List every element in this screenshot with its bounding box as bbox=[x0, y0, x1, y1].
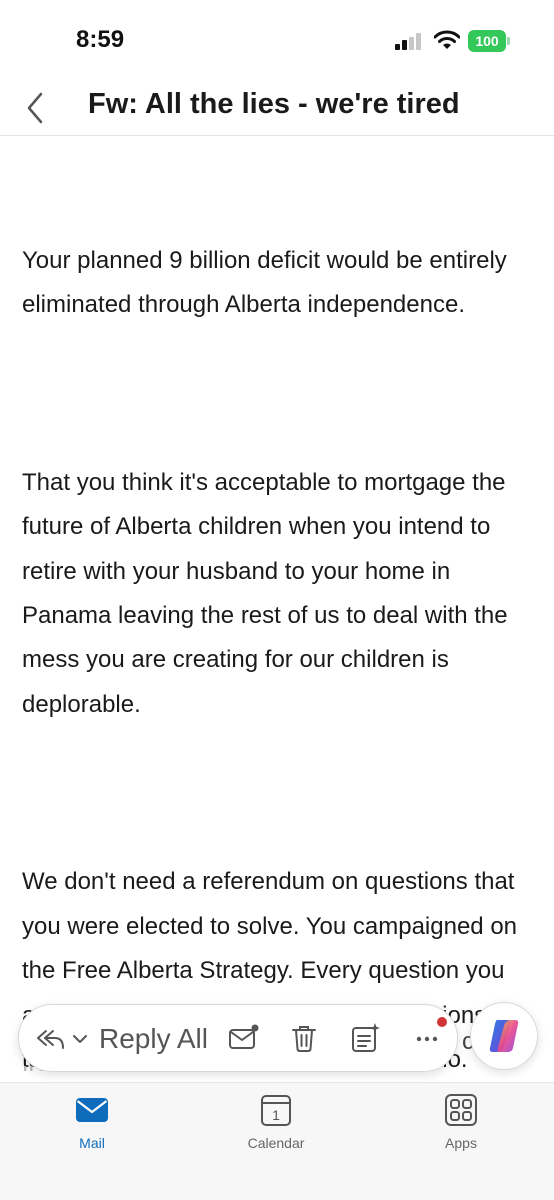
tab-mail[interactable]: Mail bbox=[37, 1093, 147, 1163]
battery-level: 100 bbox=[468, 30, 506, 52]
tab-label: Apps bbox=[445, 1135, 477, 1151]
trash-icon[interactable] bbox=[288, 1022, 320, 1054]
tab-label: Mail bbox=[79, 1135, 105, 1151]
tab-calendar[interactable]: 1 Calendar bbox=[221, 1093, 331, 1163]
battery-tip bbox=[507, 37, 510, 45]
chevron-down-icon[interactable] bbox=[72, 1029, 88, 1049]
chevron-left-icon bbox=[27, 92, 43, 124]
wifi-icon bbox=[434, 30, 460, 49]
copilot-icon bbox=[489, 1020, 519, 1052]
more-icon[interactable] bbox=[411, 1022, 443, 1054]
body-paragraph: Your planned 9 billion deficit would be … bbox=[22, 246, 514, 319]
message-body: Your planned 9 billion deficit would be … bbox=[22, 150, 542, 1127]
body-paragraph: That you think it's acceptable to mortga… bbox=[22, 468, 515, 718]
message-header: Fw: All the lies - we're tired bbox=[0, 80, 554, 136]
mark-unread-icon[interactable] bbox=[227, 1022, 259, 1054]
mail-icon bbox=[76, 1098, 108, 1122]
cellular-signal-icon bbox=[395, 33, 425, 50]
tab-apps[interactable]: Apps bbox=[406, 1093, 516, 1163]
reply-all-icon[interactable] bbox=[35, 1025, 65, 1053]
status-bar: 8:59 100 bbox=[0, 0, 554, 80]
bottom-tab-bar: Mail 1 Calendar Apps bbox=[0, 1082, 554, 1200]
reply-all-button[interactable]: Reply All bbox=[99, 1023, 208, 1055]
apps-icon bbox=[445, 1094, 477, 1126]
notification-dot bbox=[437, 1017, 447, 1027]
battery-icon: 100 bbox=[468, 30, 510, 52]
calendar-icon: 1 bbox=[261, 1095, 291, 1126]
copilot-button[interactable] bbox=[470, 1002, 538, 1070]
message-action-bar: Reply All bbox=[18, 1004, 458, 1072]
status-time: 8:59 bbox=[76, 26, 125, 53]
calendar-day: 1 bbox=[272, 1107, 280, 1123]
message-subject: Fw: All the lies - we're tired bbox=[88, 88, 460, 120]
back-button[interactable] bbox=[20, 88, 50, 128]
tab-label: Calendar bbox=[247, 1135, 305, 1151]
summarize-icon[interactable] bbox=[349, 1022, 381, 1054]
